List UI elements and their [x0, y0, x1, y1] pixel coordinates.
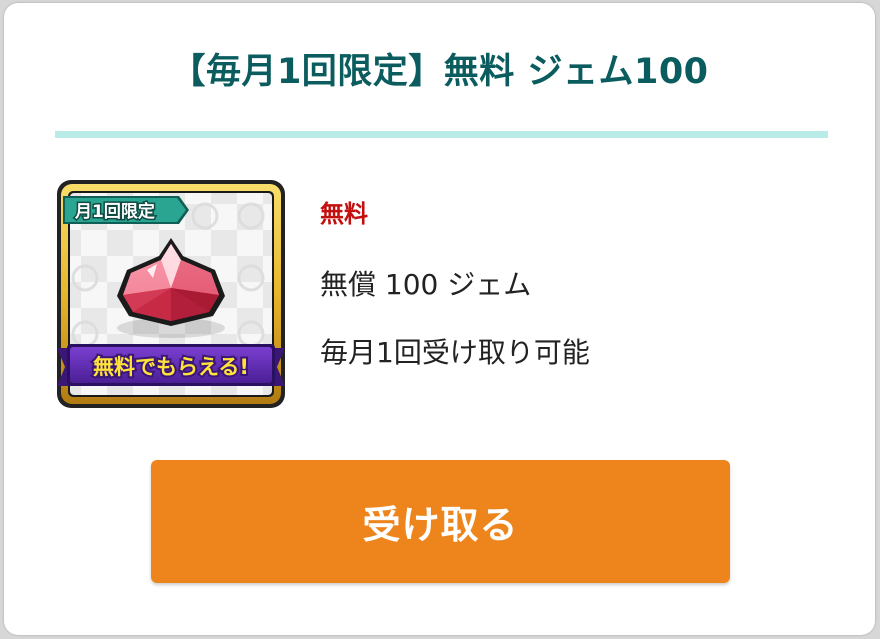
free-ribbon: 無料でもらえる!: [57, 344, 285, 386]
ribbon-text: 無料でもらえる!: [93, 355, 249, 379]
limited-badge: 月1回限定: [63, 196, 189, 224]
price-label: 無料: [320, 200, 368, 228]
badge-text: 月1回限定: [74, 201, 155, 222]
description-frequency: 毎月1回受け取り可能: [320, 336, 590, 369]
gem-thumbnail-graphic: 月1回限定 無料でもらえる!: [57, 180, 285, 408]
title-divider: [55, 131, 828, 138]
description-amount: 無償 100 ジェム: [320, 268, 532, 301]
offer-card: 【毎月1回限定】無料 ジェム100 月1回限定 無料でもらえる! 無料 無償 1…: [4, 3, 875, 635]
claim-button[interactable]: 受け取る: [151, 460, 730, 583]
offer-info: 無料 無償 100 ジェム 毎月1回受け取り可能: [320, 197, 590, 369]
offer-title: 【毎月1回限定】無料 ジェム100: [170, 52, 709, 92]
offer-thumbnail: 月1回限定 無料でもらえる!: [55, 178, 287, 410]
